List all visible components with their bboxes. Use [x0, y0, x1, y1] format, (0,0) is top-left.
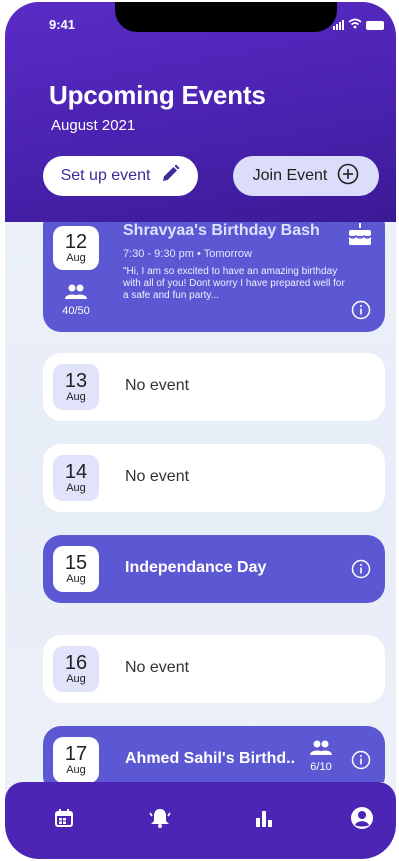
event-title: Shravyaa's Birthday Bash: [123, 222, 320, 239]
event-card-12[interactable]: 12 Aug Shravyaa's Birthday Bash 7:30 - 9…: [43, 208, 385, 332]
bell-icon: [148, 807, 172, 834]
event-title: Ahmed Sahil's Birthd..: [125, 750, 296, 767]
join-event-label: Join Event: [252, 167, 328, 184]
page-subtitle: August 2021: [51, 117, 136, 134]
join-event-button[interactable]: Join Event: [233, 156, 379, 196]
plus-circle-icon: [337, 163, 359, 190]
event-date: 14 Aug: [53, 455, 99, 501]
people-icon: [309, 740, 333, 760]
tab-notifications[interactable]: [148, 808, 172, 832]
event-message: "Hi, I am so excited to have an amazing …: [123, 266, 345, 301]
event-date: 16 Aug: [53, 646, 99, 692]
pencil-icon: [160, 164, 180, 189]
setup-event-button[interactable]: Set up event: [43, 156, 198, 196]
tab-bar: [5, 782, 396, 859]
info-icon[interactable]: [351, 300, 371, 325]
battery-icon: [366, 20, 384, 30]
event-day: 12: [64, 231, 88, 253]
profile-icon: [350, 806, 374, 835]
attendees: 6/10: [309, 740, 333, 773]
calendar-icon: [54, 808, 74, 833]
event-day: 17: [64, 743, 88, 765]
device-notch: [115, 2, 337, 32]
event-title: No event: [125, 468, 190, 485]
event-date: 12 Aug: [53, 226, 99, 270]
tab-profile[interactable]: [350, 806, 374, 835]
event-card-15[interactable]: 15 Aug Independance Day: [43, 535, 385, 603]
info-icon[interactable]: [351, 559, 371, 584]
event-card-17[interactable]: 17 Aug Ahmed Sahil's Birthd.. 6/10: [43, 726, 385, 782]
phone-screen: 12 Aug Shravyaa's Birthday Bash 7:30 - 9…: [5, 2, 396, 859]
cake-icon: [347, 222, 373, 251]
info-icon[interactable]: [351, 750, 371, 775]
event-date: 17 Aug: [53, 737, 99, 782]
event-time: 7:30 - 9:30 pm • Tomorrow: [123, 248, 252, 260]
tab-stats[interactable]: [252, 808, 276, 832]
event-month: Aug: [66, 764, 86, 776]
status-icons: [333, 16, 384, 34]
event-day: 13: [64, 370, 88, 392]
event-card-13[interactable]: 13 Aug No event: [43, 353, 385, 421]
signal-icon: [333, 20, 344, 30]
header: 9:41 Upcoming Events August 2021 Set up …: [5, 2, 396, 222]
event-title: No event: [125, 377, 190, 394]
attendees: 40/50: [53, 284, 99, 317]
event-day: 14: [64, 461, 88, 483]
people-icon: [64, 284, 88, 304]
event-date: 13 Aug: [53, 364, 99, 410]
event-month: Aug: [66, 252, 86, 264]
attendee-count: 40/50: [62, 305, 90, 317]
event-month: Aug: [66, 673, 86, 685]
event-title: No event: [125, 659, 190, 676]
page-title: Upcoming Events: [49, 80, 266, 110]
attendee-count: 6/10: [310, 761, 332, 773]
event-card-16[interactable]: 16 Aug No event: [43, 635, 385, 703]
event-month: Aug: [66, 573, 86, 585]
tab-calendar[interactable]: [52, 808, 76, 832]
bar-chart-icon: [254, 808, 274, 833]
event-title: Independance Day: [125, 559, 267, 576]
status-time: 9:41: [49, 17, 76, 32]
setup-event-label: Set up event: [60, 167, 151, 184]
event-date: 15 Aug: [53, 546, 99, 592]
event-month: Aug: [66, 391, 86, 403]
event-card-14[interactable]: 14 Aug No event: [43, 444, 385, 512]
event-month: Aug: [66, 482, 86, 494]
event-day: 16: [64, 652, 88, 674]
event-day: 15: [64, 552, 88, 574]
wifi-icon: [348, 16, 362, 34]
